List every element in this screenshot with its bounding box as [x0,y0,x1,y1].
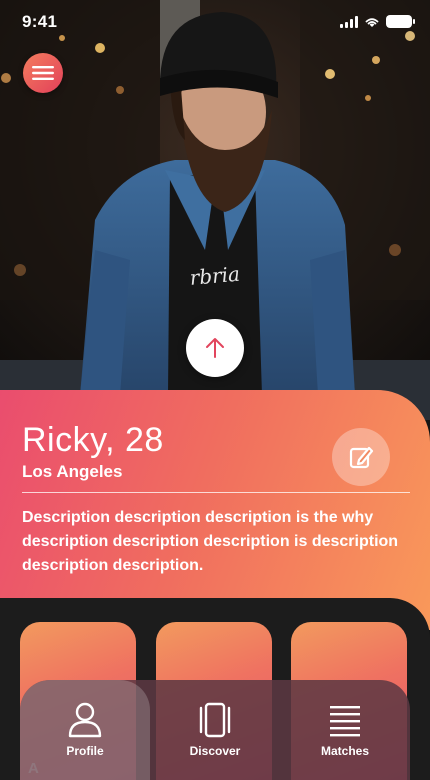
svg-text:rbria: rbria [189,262,241,290]
cards-icon [199,702,231,738]
profile-card: Ricky, 28 Los Angeles Description descri… [0,390,430,630]
bottom-tab-bar: Profile Discover Matches [20,680,410,780]
tab-matches[interactable]: Matches [280,680,410,780]
status-bar: 9:41 [0,0,430,44]
status-icons [340,15,415,28]
expand-profile-button[interactable] [186,319,244,377]
tab-profile[interactable]: Profile [20,680,150,780]
tab-discover[interactable]: Discover [150,680,280,780]
wifi-icon [365,17,379,27]
tab-discover-label: Discover [189,744,241,758]
battery-icon [386,15,415,28]
card-divider [22,492,410,493]
edit-icon [349,446,374,469]
edit-profile-button[interactable] [332,428,390,486]
list-icon [330,706,360,737]
cellular-signal-icon [340,15,358,28]
person-icon [68,702,102,738]
tab-matches-label: Matches [320,744,370,758]
menu-button[interactable] [23,53,63,93]
arrow-up-icon [206,338,224,358]
status-time: 9:41 [22,12,58,31]
tab-profile-label: Profile [66,744,104,758]
profile-description: Description description description is t… [22,509,399,574]
hamburger-icon [32,66,54,80]
